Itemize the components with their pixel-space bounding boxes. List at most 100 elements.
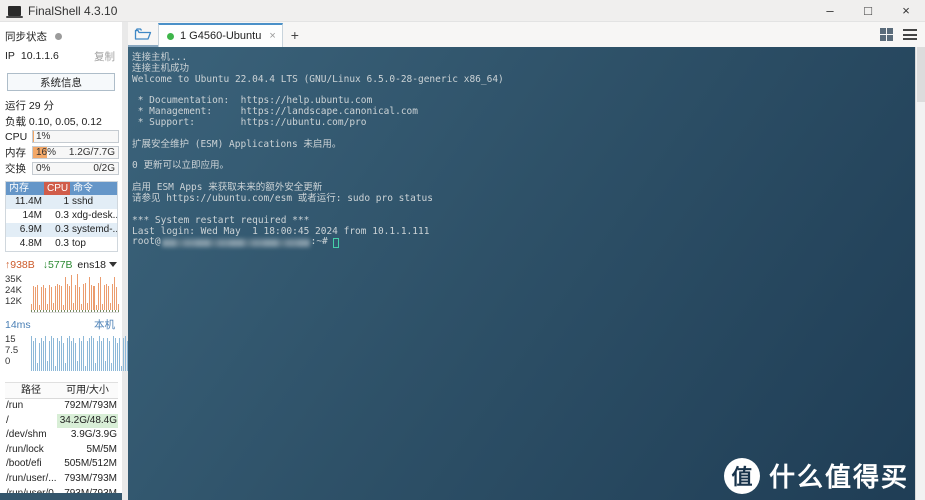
axis-tick-label: 24K	[5, 285, 22, 296]
disk-path: /run/lock	[6, 443, 44, 455]
chart-bar	[103, 285, 105, 310]
chart-bar	[95, 363, 96, 371]
process-column-header[interactable]: 内存	[6, 182, 44, 195]
terminal-scrollbar[interactable]	[915, 47, 925, 500]
chart-bar	[33, 286, 35, 310]
terminal-line: 0 更新可以立即应用。	[132, 160, 229, 172]
network-stats-row: ↑938B ↓577B ens18	[5, 258, 119, 271]
terminal-line: Last login: Wed May 1 18:00:45 2024 from…	[132, 225, 430, 237]
connections-folder-button[interactable]	[128, 23, 158, 47]
terminal-line: * Support: https://ubuntu.com/pro	[132, 117, 367, 129]
tab-close-icon[interactable]: ×	[269, 30, 275, 42]
process-column-header[interactable]: 命令	[70, 182, 117, 195]
layout-grid-icon[interactable]	[880, 28, 893, 41]
meter-label: 交换	[5, 163, 26, 175]
ping-latency: 14ms	[5, 318, 31, 331]
disk-row[interactable]: /run/lock 5M/5M	[5, 443, 118, 458]
chart-bar	[91, 335, 92, 371]
folder-icon	[134, 28, 152, 40]
disk-size: 793M/793M	[64, 472, 117, 484]
process-row[interactable]: 14M 0.3 xdg-desk...	[6, 209, 117, 223]
process-mem: 4.8M	[19, 238, 42, 249]
meter-内存: 内存 16% 1.2G/7.7G	[5, 146, 119, 159]
process-mem: 6.9M	[19, 224, 42, 235]
disk-row[interactable]: /run/user/... 793M/793M	[5, 472, 118, 487]
system-info-button[interactable]: 系统信息	[7, 73, 115, 91]
process-cmd: xdg-desk...	[72, 210, 117, 221]
meter-fill	[33, 131, 34, 142]
chart-bar	[109, 340, 110, 371]
disk-row[interactable]: /run 792M/793M	[5, 399, 118, 414]
terminal-cursor	[332, 237, 339, 248]
process-cmd: systemd-...	[72, 224, 117, 235]
interface-dropdown[interactable]: ens18	[77, 259, 117, 271]
chart-bar	[71, 340, 72, 371]
chart-bar	[41, 338, 42, 371]
maximize-button[interactable]: □	[849, 0, 887, 22]
disk-table[interactable]: 路径 可用/大小 /run 792M/793M / 34.2G/48.4G/dev/sh…	[5, 382, 118, 500]
smzdm-logo-icon: 值	[723, 457, 760, 494]
chart-bar	[43, 340, 44, 371]
copy-ip-link[interactable]: 复制	[94, 49, 115, 64]
meter-bar: 0% 0/2G	[32, 162, 119, 175]
disk-row[interactable]: / 34.2G/48.4G	[5, 413, 118, 429]
chart-bar	[97, 340, 98, 371]
chart-bar	[73, 338, 74, 371]
chart-bar	[111, 283, 113, 310]
close-button[interactable]: ×	[887, 0, 925, 22]
chart-bar	[67, 338, 68, 371]
meter-label: CPU	[5, 130, 28, 143]
disk-size: 505M/512M	[64, 458, 117, 470]
process-table[interactable]: 内存 CPU 命令 11.4M 1 sshd 14M 0.3 xdg-desk... 6.9M 0…	[5, 181, 118, 252]
chart-bar	[115, 338, 116, 371]
chevron-down-icon	[109, 262, 117, 267]
title-bar: FinalShell 4.3.10 – □ ×	[0, 0, 925, 22]
chart-bar	[83, 284, 85, 310]
chart-bar	[79, 287, 81, 310]
chart-bar	[59, 285, 61, 310]
chart-bar	[111, 363, 112, 371]
chart-bar	[61, 335, 62, 371]
chart-bar	[65, 363, 66, 371]
chart-bar	[47, 360, 48, 371]
process-row[interactable]: 11.4M 1 sshd	[6, 195, 117, 209]
chart-bar	[35, 287, 37, 310]
network-chart-baseline-ticks	[31, 310, 119, 313]
process-row[interactable]: 4.8M 0.3 top	[6, 237, 117, 251]
process-mem: 11.4M	[14, 196, 42, 207]
chart-bar	[113, 335, 114, 371]
scrollbar-thumb[interactable]	[917, 47, 925, 102]
download-rate: ↓577B	[42, 258, 73, 271]
terminal-line: *** System restart required ***	[132, 214, 310, 226]
disk-column-header[interactable]: 路径	[5, 383, 57, 398]
disk-column-header[interactable]: 可用/大小	[57, 383, 118, 398]
new-tab-button[interactable]: +	[283, 23, 307, 47]
chart-bar	[79, 338, 80, 371]
sidebar-bottom-strip	[0, 493, 122, 500]
tab-g4560-ubuntu[interactable]: 1 G4560-Ubuntu ×	[158, 23, 283, 47]
chart-bar	[107, 338, 108, 371]
chart-bar	[65, 276, 67, 310]
tab-bar: 1 G4560-Ubuntu × +	[128, 22, 925, 47]
disk-size: 3.9G/3.9G	[70, 429, 117, 441]
chart-bar	[59, 340, 60, 371]
disk-row[interactable]: /dev/shm 3.9G/3.9G	[5, 428, 118, 443]
disk-row[interactable]: /boot/efi 505M/512M	[5, 457, 118, 472]
axis-tick-label: 12K	[5, 296, 22, 307]
process-row[interactable]: 6.9M 0.3 systemd-...	[6, 223, 117, 237]
upload-rate: ↑938B	[5, 258, 35, 271]
minimize-button[interactable]: –	[811, 0, 849, 22]
ip-label: IP	[5, 50, 15, 62]
hamburger-menu-icon[interactable]	[903, 29, 917, 40]
chart-bar	[73, 302, 75, 310]
chart-bar	[69, 335, 70, 371]
chart-bar	[37, 363, 38, 371]
chart-bar	[31, 335, 32, 371]
chart-bar	[33, 340, 34, 371]
process-mem: 14M	[22, 210, 42, 221]
chart-bar	[83, 335, 84, 371]
tab-label: 1 G4560-Ubuntu	[180, 30, 262, 42]
terminal[interactable]: 连接主机... 连接主机成功 Welcome to Ubuntu 22.04.4 L…	[128, 47, 925, 500]
chart-bar	[45, 335, 46, 371]
process-column-header[interactable]: CPU	[44, 182, 70, 195]
